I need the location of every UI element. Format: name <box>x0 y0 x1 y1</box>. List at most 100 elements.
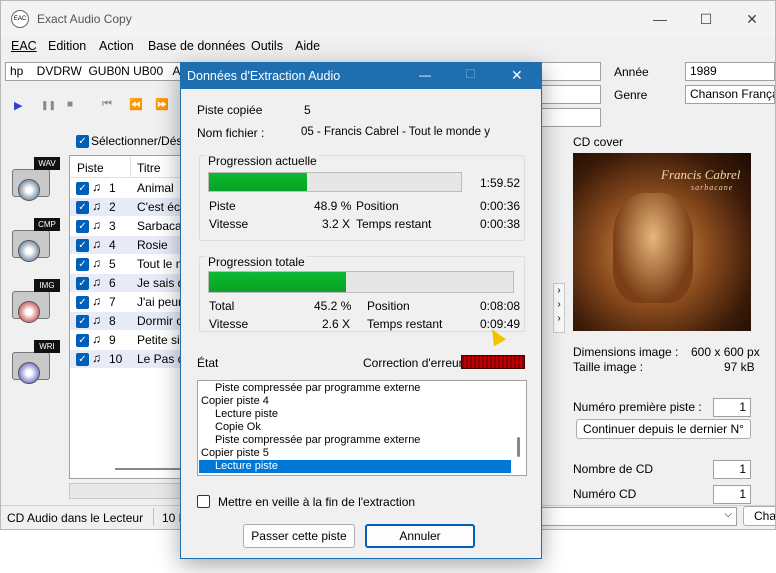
current-speed-label: Vitesse <box>209 217 249 231</box>
cd-count-field[interactable]: 1 <box>713 460 751 479</box>
track-title: Je sais q <box>137 276 185 290</box>
cd-number-field[interactable]: 1 <box>713 485 751 504</box>
cover-artist-text: Francis Cabrel <box>661 167 741 182</box>
fast-forward-icon[interactable]: ⏩ <box>155 98 169 111</box>
track-checkbox[interactable]: ✓ <box>76 258 89 271</box>
menu-eac[interactable]: EAC <box>11 39 37 53</box>
drive-select[interactable]: hp DVDRW GUB0N UB00 Ada <box>5 62 187 81</box>
track-number: 1 <box>109 181 116 195</box>
cd-cover-image[interactable]: Francis Cabrel sarbacane <box>573 153 751 331</box>
music-note-icon: ♫ <box>92 218 101 232</box>
track-row[interactable]: ✓ ♫ 3 Sarbacan <box>70 217 198 235</box>
current-position-value: 0:00:36 <box>480 199 521 213</box>
bottom-dropdown[interactable]: ⌵ <box>541 507 737 526</box>
track-checkbox[interactable]: ✓ <box>76 315 89 328</box>
track-row[interactable]: ✓ ♫ 7 J'ai peur <box>70 293 198 311</box>
music-note-icon: ♫ <box>92 256 101 270</box>
status-cd-text: CD Audio dans le Lecteur <box>7 511 144 525</box>
pause-icon[interactable]: ❚❚ <box>41 100 56 111</box>
state-log-list[interactable]: Piste compressée par programme externe Co… <box>197 380 527 476</box>
track-row[interactable]: ✓ ♫ 5 Tout le m <box>70 255 198 273</box>
track-row[interactable]: ✓ ♫ 4 Rosie <box>70 236 198 254</box>
cmp-extract-icon[interactable]: CMP <box>10 218 60 268</box>
cha-button[interactable]: Cha <box>743 506 775 526</box>
log-scrollbar[interactable] <box>517 437 520 457</box>
copied-track-value: 5 <box>304 103 311 117</box>
dialog-maximize-button[interactable]: ☐ <box>465 67 476 81</box>
cancel-button[interactable]: Annuler <box>365 524 475 548</box>
select-all-checkbox[interactable]: ✓ <box>76 135 89 148</box>
track-number: 10 <box>109 352 123 366</box>
track-checkbox[interactable]: ✓ <box>76 201 89 214</box>
first-track-field[interactable]: 1 <box>713 398 751 417</box>
track-title: Dormir c <box>137 314 183 328</box>
image-size-value: 97 kB <box>724 360 755 374</box>
log-entry[interactable]: Lecture piste <box>199 408 511 421</box>
maximize-button[interactable]: ☐ <box>683 1 729 37</box>
album-field[interactable] <box>541 62 601 81</box>
expand-arrows[interactable]: › › › <box>553 283 565 333</box>
close-button[interactable]: ✕ <box>729 1 775 37</box>
img-extract-icon[interactable]: IMG <box>10 279 60 329</box>
track-row[interactable]: ✓ ♫ 2 C'est écr <box>70 198 198 216</box>
dialog-close-button[interactable]: ✕ <box>511 67 523 84</box>
track-title: J'ai peur <box>137 295 182 309</box>
minimize-button[interactable]: — <box>637 1 683 37</box>
track-checkbox[interactable]: ✓ <box>76 182 89 195</box>
log-entry[interactable]: Copie Ok <box>199 421 511 434</box>
track-checkbox[interactable]: ✓ <box>76 296 89 309</box>
track-checkbox[interactable]: ✓ <box>76 239 89 252</box>
genre-select[interactable]: Chanson Française <box>685 85 775 104</box>
previous-icon[interactable]: ⏮ <box>102 98 112 111</box>
menu-tools[interactable]: Outils <box>251 39 283 53</box>
track-title: Tout le m <box>137 257 186 271</box>
track-row[interactable]: ✓ ♫ 10 Le Pas d <box>70 350 198 368</box>
total-speed-label: Vitesse <box>209 317 249 331</box>
track-list-header: Piste Titre <box>70 156 198 178</box>
wri-write-icon[interactable]: WRI <box>10 340 60 390</box>
year-field[interactable]: 1989 <box>685 62 775 81</box>
music-note-icon: ♫ <box>92 294 101 308</box>
track-checkbox[interactable]: ✓ <box>76 220 89 233</box>
skip-track-button[interactable]: Passer cette piste <box>243 524 355 548</box>
sleep-checkbox[interactable] <box>197 495 210 508</box>
rewind-icon[interactable]: ⏪ <box>129 98 143 111</box>
log-entry[interactable]: Piste compressée par programme externe <box>199 434 511 447</box>
track-number: 5 <box>109 257 116 271</box>
col-track-header[interactable]: Piste <box>77 161 104 175</box>
menu-bar: EAC Edition Action Base de données Outil… <box>1 37 775 57</box>
album-field-3[interactable] <box>541 108 601 127</box>
track-title: Le Pas d <box>137 352 185 366</box>
play-icon[interactable]: ▶ <box>14 99 22 112</box>
continue-numbering-button[interactable]: Continuer depuis le dernier N° <box>576 419 751 439</box>
dialog-title: Données d'Extraction Audio <box>187 69 341 83</box>
menu-action[interactable]: Action <box>99 39 134 53</box>
menu-help[interactable]: Aide <box>295 39 320 53</box>
image-dimensions-label: Dimensions image : <box>573 345 679 359</box>
log-entry[interactable]: Lecture piste <box>199 460 511 473</box>
total-percent: 45.2 % <box>314 299 352 313</box>
track-checkbox[interactable]: ✓ <box>76 353 89 366</box>
track-row[interactable]: ✓ ♫ 6 Je sais q <box>70 274 198 292</box>
copied-track-label: Piste copiée <box>197 103 263 117</box>
position-slider[interactable] <box>69 483 181 499</box>
log-entry[interactable]: Copier piste 4 <box>199 395 511 408</box>
track-row[interactable]: ✓ ♫ 9 Petite sir <box>70 331 198 349</box>
menu-database[interactable]: Base de données <box>148 39 245 53</box>
log-entry[interactable]: Copier piste 5 <box>199 447 511 460</box>
col-title-header[interactable]: Titre <box>137 161 161 175</box>
track-row[interactable]: ✓ ♫ 8 Dormir c <box>70 312 198 330</box>
stop-icon[interactable]: ■ <box>67 99 73 110</box>
total-progress-group: Progression totale Total 45.2 % Position… <box>199 255 525 332</box>
track-checkbox[interactable]: ✓ <box>76 334 89 347</box>
wav-extract-icon[interactable]: WAV <box>10 157 60 207</box>
dialog-minimize-button[interactable]: — <box>419 68 431 82</box>
music-note-icon: ♫ <box>92 313 101 327</box>
track-row[interactable]: ✓ ♫ 1 Animal <box>70 179 198 197</box>
log-entry[interactable]: Piste compressée par programme externe <box>199 382 511 395</box>
menu-edition[interactable]: Edition <box>48 39 86 53</box>
track-checkbox[interactable]: ✓ <box>76 277 89 290</box>
album-field-2[interactable] <box>541 85 601 104</box>
image-size-label: Taille image : <box>573 360 644 374</box>
track-number: 8 <box>109 314 116 328</box>
